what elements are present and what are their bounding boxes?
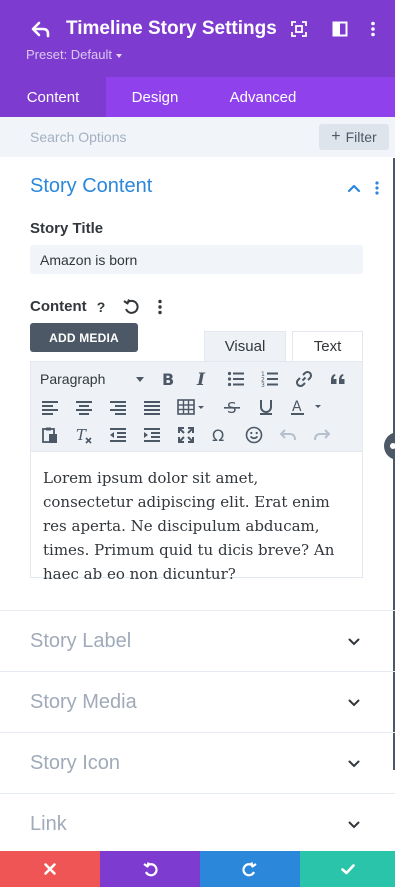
- reset-icon[interactable]: [121, 297, 141, 317]
- redo-edit-icon: [311, 424, 333, 446]
- outdent-icon[interactable]: [107, 424, 129, 446]
- bullet-list-icon[interactable]: [225, 368, 247, 390]
- svg-text:T: T: [76, 426, 87, 444]
- format-select[interactable]: Paragraph: [40, 369, 144, 389]
- resize-handle[interactable]: [384, 432, 395, 460]
- svg-text:A: A: [292, 399, 302, 415]
- redo-icon: [242, 862, 257, 877]
- align-justify-icon[interactable]: [141, 396, 163, 418]
- align-right-icon[interactable]: [107, 396, 129, 418]
- action-footer: [0, 851, 395, 887]
- fullscreen-icon[interactable]: [290, 20, 308, 38]
- blockquote-icon[interactable]: [327, 368, 349, 390]
- special-character-icon[interactable]: Ω: [209, 424, 231, 446]
- underline-icon[interactable]: [255, 396, 277, 418]
- help-icon[interactable]: ?: [91, 297, 111, 317]
- preset-selector[interactable]: Preset: Default: [26, 47, 122, 62]
- content-editor[interactable]: Lorem ipsum dolor sit amet, consectetur …: [30, 452, 363, 583]
- section-divider: [0, 732, 395, 733]
- text-color-icon[interactable]: A: [287, 396, 327, 418]
- tab-advanced[interactable]: Advanced: [204, 77, 322, 117]
- cancel-button[interactable]: [0, 851, 100, 887]
- undo-edit-icon: [277, 424, 299, 446]
- tab-design[interactable]: Design: [106, 77, 204, 117]
- save-button[interactable]: [300, 851, 395, 887]
- add-media-button[interactable]: ADD MEDIA: [30, 323, 138, 352]
- section-divider: [0, 610, 395, 611]
- split-view-icon[interactable]: [331, 20, 349, 38]
- section-divider: [0, 671, 395, 672]
- svg-text:I: I: [196, 370, 206, 388]
- tab-text[interactable]: Text: [292, 331, 363, 361]
- cancel-icon: [44, 863, 56, 875]
- svg-text:3: 3: [261, 382, 265, 388]
- link-icon[interactable]: [293, 368, 315, 390]
- section-story-icon[interactable]: Story Icon: [30, 752, 120, 775]
- back-arrow-icon[interactable]: [30, 18, 52, 40]
- svg-text:B: B: [162, 370, 174, 388]
- chevron-down-icon[interactable]: [348, 760, 360, 768]
- preset-label: Preset: Default: [26, 47, 112, 62]
- align-left-icon[interactable]: [39, 396, 61, 418]
- plus-icon: +: [331, 128, 341, 145]
- story-title-input[interactable]: Amazon is born: [30, 245, 363, 274]
- undo-button[interactable]: [100, 851, 200, 887]
- tab-visual[interactable]: Visual: [204, 331, 286, 361]
- bold-icon[interactable]: B: [157, 368, 179, 390]
- chevron-up-icon[interactable]: [347, 182, 361, 194]
- strikethrough-icon[interactable]: S: [221, 396, 243, 418]
- section-link[interactable]: Link: [30, 813, 67, 836]
- section-story-media[interactable]: Story Media: [30, 691, 137, 714]
- chevron-down-icon[interactable]: [348, 638, 360, 646]
- indent-icon[interactable]: [141, 424, 163, 446]
- modal-title: Timeline Story Settings: [66, 18, 277, 39]
- chevron-down-icon[interactable]: [348, 699, 360, 707]
- search-input[interactable]: Search Options: [30, 129, 127, 145]
- italic-icon[interactable]: I: [191, 368, 213, 390]
- section-story-label[interactable]: Story Label: [30, 630, 131, 653]
- section-title-story-content[interactable]: Story Content: [30, 175, 152, 198]
- story-title-label: Story Title: [30, 220, 104, 237]
- filter-label: Filter: [345, 129, 377, 145]
- more-vertical-icon[interactable]: [364, 20, 382, 38]
- redo-button[interactable]: [200, 851, 300, 887]
- caret-down-icon: [116, 53, 122, 58]
- save-check-icon: [340, 864, 355, 875]
- undo-icon: [143, 862, 158, 877]
- emoji-icon[interactable]: [243, 424, 265, 446]
- fullscreen-editor-icon[interactable]: [175, 424, 197, 446]
- settings-tabs: Content Design Advanced: [0, 77, 395, 117]
- numbered-list-icon[interactable]: 123: [259, 368, 281, 390]
- section-more-icon[interactable]: [372, 180, 382, 196]
- caret-down-icon: [136, 377, 144, 382]
- chevron-down-icon[interactable]: [348, 821, 360, 829]
- modal-header: Timeline Story Settings Preset: Default: [0, 0, 395, 77]
- format-select-value: Paragraph: [40, 371, 106, 387]
- handle-grip-icon: [390, 443, 395, 449]
- field-more-icon[interactable]: [150, 297, 170, 317]
- svg-text:Ω: Ω: [212, 426, 224, 444]
- filter-button[interactable]: + Filter: [319, 124, 389, 150]
- editor-toolbar: Paragraph B I 123 S A T Ω: [30, 361, 363, 452]
- content-label: Content: [30, 298, 87, 315]
- search-bar: Search Options + Filter: [0, 117, 395, 157]
- align-center-icon[interactable]: [73, 396, 95, 418]
- table-icon[interactable]: [175, 396, 209, 418]
- tab-content[interactable]: Content: [0, 77, 106, 117]
- paste-text-icon[interactable]: [39, 424, 61, 446]
- section-divider: [0, 793, 395, 794]
- clear-format-icon[interactable]: T: [73, 424, 95, 446]
